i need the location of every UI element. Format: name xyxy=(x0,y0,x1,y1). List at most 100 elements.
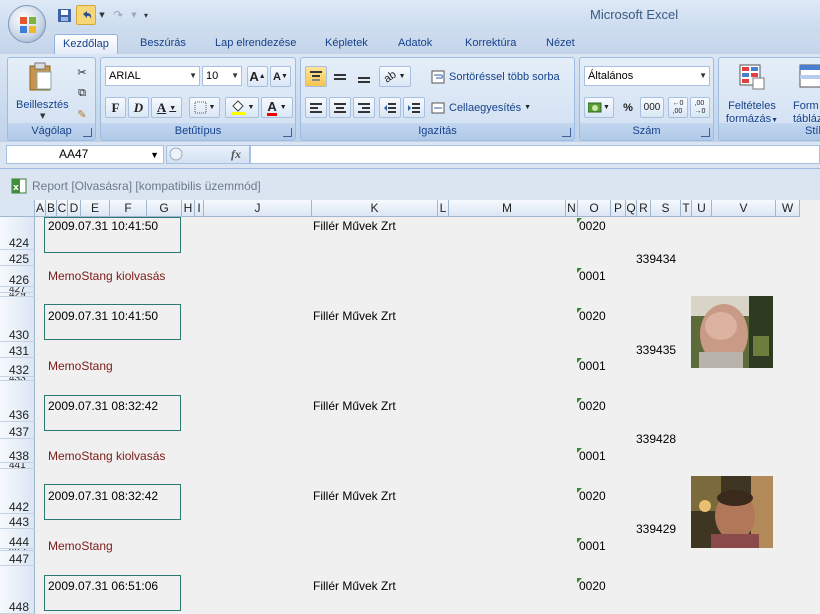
redo-icon[interactable]: ↷ xyxy=(108,5,128,25)
decrease-indent-icon[interactable] xyxy=(379,97,401,118)
font-name-combo[interactable]: ARIAL ▼ xyxy=(105,66,200,86)
formula-bar-handle-icon[interactable] xyxy=(169,147,183,162)
insert-function-icon[interactable]: fx xyxy=(231,147,241,162)
format-painter-icon[interactable]: ✎ xyxy=(72,104,92,125)
row-header[interactable]: 444 xyxy=(0,529,35,549)
grow-font-icon[interactable]: A ▲ xyxy=(247,66,268,87)
align-right-icon[interactable] xyxy=(353,97,375,118)
orientation-icon[interactable]: ab ▼ xyxy=(379,66,411,87)
row-header[interactable]: 436 xyxy=(0,381,35,422)
office-button[interactable] xyxy=(8,5,46,43)
id-cell[interactable]: 339435 xyxy=(636,343,676,357)
id-cell[interactable]: 339434 xyxy=(636,252,676,266)
paste-button[interactable]: Beillesztés ▼ xyxy=(16,62,69,122)
datetime-cell[interactable]: 2009.07.31 08:32:42 xyxy=(48,489,158,503)
font-color-button[interactable]: A ▼ xyxy=(261,97,293,118)
column-header[interactable]: V xyxy=(712,200,776,217)
cut-icon[interactable]: ✂ xyxy=(72,62,92,83)
column-header[interactable]: D xyxy=(68,200,81,217)
accounting-format-icon[interactable]: ▼ xyxy=(584,97,614,118)
row-header[interactable]: 424 xyxy=(0,217,35,250)
code-cell[interactable]: 0001 xyxy=(579,539,606,553)
datetime-cell[interactable]: 2009.07.31 08:32:42 xyxy=(48,399,158,413)
name-box[interactable]: AA47 ▼ xyxy=(6,145,164,164)
id-cell[interactable]: 339428 xyxy=(636,432,676,446)
clipboard-launcher-icon[interactable] xyxy=(83,128,92,137)
align-center-icon[interactable] xyxy=(329,97,351,118)
column-header[interactable]: H xyxy=(182,200,195,217)
align-middle-icon[interactable] xyxy=(329,66,351,87)
label-cell[interactable]: MemoStang xyxy=(48,359,113,373)
code-cell[interactable]: 0020 xyxy=(579,219,606,233)
company-cell[interactable]: Fillér Művek Zrt xyxy=(313,309,396,323)
row-header[interactable]: 425 xyxy=(0,250,35,266)
font-launcher-icon[interactable] xyxy=(283,128,292,137)
column-header[interactable]: O xyxy=(578,200,611,217)
customize-qat-icon[interactable]: ▾ xyxy=(140,5,152,25)
column-header[interactable]: R xyxy=(637,200,651,217)
tab-insert[interactable]: Beszúrás xyxy=(140,34,186,54)
column-header[interactable]: G xyxy=(147,200,182,217)
photo-image[interactable] xyxy=(691,296,773,368)
italic-button[interactable]: D xyxy=(128,97,149,118)
company-cell[interactable]: Fillér Művek Zrt xyxy=(313,399,396,413)
label-cell[interactable]: MemoStang xyxy=(48,539,113,553)
select-all-corner[interactable] xyxy=(0,200,35,217)
column-header[interactable]: W xyxy=(776,200,800,217)
code-cell[interactable]: 0001 xyxy=(579,449,606,463)
wrap-text-button[interactable]: Sortöréssel több sorba xyxy=(431,66,571,87)
photo-image[interactable] xyxy=(691,476,773,548)
fill-color-button[interactable]: ▼ xyxy=(225,97,259,118)
column-header[interactable]: M xyxy=(449,200,566,217)
column-header[interactable]: K xyxy=(312,200,438,217)
increase-decimal-icon[interactable]: ←0,00 xyxy=(668,97,688,118)
undo-dropdown-icon[interactable]: ▼ xyxy=(98,5,106,25)
align-left-icon[interactable] xyxy=(305,97,327,118)
row-header[interactable]: 443 xyxy=(0,514,35,529)
shrink-font-icon[interactable]: A ▼ xyxy=(270,66,291,87)
column-header[interactable]: J xyxy=(204,200,312,217)
percent-style-button[interactable]: % xyxy=(618,97,638,118)
borders-button[interactable]: ▼ xyxy=(189,97,220,118)
code-cell[interactable]: 0001 xyxy=(579,269,606,283)
column-header[interactable]: S xyxy=(651,200,681,217)
column-header[interactable]: Q xyxy=(626,200,637,217)
tab-data[interactable]: Adatok xyxy=(398,34,432,54)
column-header[interactable]: A xyxy=(35,200,46,217)
underline-button[interactable]: A ▼ xyxy=(151,97,182,118)
row-header[interactable]: 438 xyxy=(0,439,35,463)
code-cell[interactable]: 0020 xyxy=(579,489,606,503)
bold-button[interactable]: F xyxy=(105,97,126,118)
company-cell[interactable]: Fillér Művek Zrt xyxy=(313,489,396,503)
font-size-combo[interactable]: 10 ▼ xyxy=(202,66,242,86)
datetime-cell[interactable]: 2009.07.31 10:41:50 xyxy=(48,219,158,233)
column-header[interactable]: P xyxy=(611,200,626,217)
merge-cells-button[interactable]: Cellaegyesítés ▼ xyxy=(431,97,571,118)
row-header[interactable]: 437 xyxy=(0,422,35,439)
tab-review[interactable]: Korrektúra xyxy=(465,34,516,54)
alignment-launcher-icon[interactable] xyxy=(562,128,571,137)
column-header[interactable]: T xyxy=(681,200,692,217)
label-cell[interactable]: MemoStang kiolvasás xyxy=(48,269,165,283)
datetime-cell[interactable]: 2009.07.31 10:41:50 xyxy=(48,309,158,323)
number-launcher-icon[interactable] xyxy=(701,128,710,137)
company-cell[interactable]: Fillér Művek Zrt xyxy=(313,219,396,233)
tab-view[interactable]: Nézet xyxy=(546,34,575,54)
column-header[interactable]: B xyxy=(46,200,57,217)
align-top-icon[interactable] xyxy=(305,66,327,87)
format-as-table-button[interactable]: Formtáblázat xyxy=(785,62,820,125)
formula-input[interactable] xyxy=(250,145,820,164)
column-header[interactable]: C xyxy=(57,200,68,217)
row-header[interactable]: 447 xyxy=(0,551,35,566)
column-header[interactable]: L xyxy=(438,200,449,217)
increase-indent-icon[interactable] xyxy=(403,97,425,118)
redo-dropdown-icon[interactable]: ▼ xyxy=(130,5,138,25)
decrease-decimal-icon[interactable]: ,00 →0 xyxy=(690,97,710,118)
number-format-combo[interactable]: Általános ▼ xyxy=(584,66,710,86)
code-cell[interactable]: 0020 xyxy=(579,309,606,323)
row-header[interactable]: 431 xyxy=(0,342,35,358)
comma-style-button[interactable]: 000 xyxy=(640,97,664,118)
column-header[interactable]: F xyxy=(110,200,147,217)
row-header[interactable]: 426 xyxy=(0,266,35,287)
company-cell[interactable]: Fillér Művek Zrt xyxy=(313,579,396,593)
